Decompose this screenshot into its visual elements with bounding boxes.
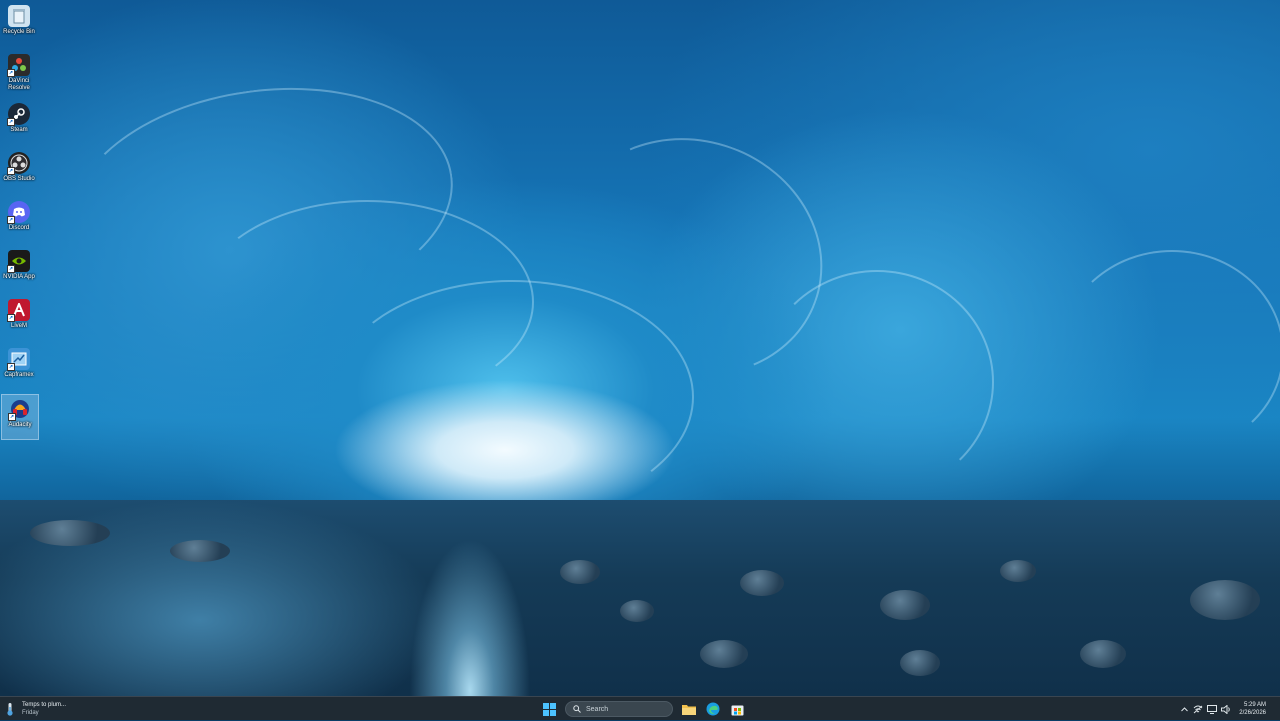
desktop-icon-audacity[interactable]: ↗ Audacity bbox=[1, 394, 39, 440]
edge-button[interactable] bbox=[703, 699, 723, 719]
store-icon bbox=[731, 705, 743, 715]
desktop-icon-label: Steam bbox=[10, 127, 28, 133]
file-explorer-icon bbox=[682, 705, 696, 715]
ice-texture bbox=[330, 280, 694, 514]
desktop-icon-label: OBS Studio bbox=[3, 176, 35, 182]
taskbar: Temps to plum... Friday Search 5:29 AM 2… bbox=[0, 696, 1280, 720]
cave-floor bbox=[0, 500, 1280, 696]
ice-texture bbox=[760, 270, 994, 494]
discord-icon: ↗ bbox=[7, 201, 30, 224]
system-tray: 5:29 AM 2/26/2026 bbox=[1177, 697, 1280, 721]
thermometer-icon bbox=[6, 702, 16, 716]
taskbar-search[interactable]: Search bbox=[565, 701, 673, 717]
obs-studio-icon: ↗ bbox=[7, 152, 30, 175]
capframex-icon: ↗ bbox=[7, 348, 30, 371]
desktop-icon-recycle-bin[interactable]: Recycle Bin bbox=[1, 2, 37, 46]
start-button[interactable] bbox=[539, 699, 559, 719]
weather-subtitle: Friday bbox=[22, 710, 39, 716]
edge-icon bbox=[706, 702, 720, 716]
desktop-wallpaper bbox=[0, 0, 1280, 696]
taskbar-clock[interactable]: 5:29 AM 2/26/2026 bbox=[1239, 701, 1266, 717]
search-icon bbox=[573, 705, 581, 713]
search-placeholder: Search bbox=[586, 705, 609, 713]
nvidia-icon: ↗ bbox=[7, 250, 30, 273]
desktop-icon-livem[interactable]: ↗ LiveM bbox=[1, 296, 37, 340]
desktop-icon-obs-studio[interactable]: ↗ OBS Studio bbox=[1, 149, 37, 193]
display-icon[interactable] bbox=[1205, 697, 1219, 721]
windows-start-icon bbox=[542, 702, 556, 716]
file-explorer-button[interactable] bbox=[679, 699, 699, 719]
desktop-icon-label: Recycle Bin bbox=[3, 29, 35, 35]
clock-date: 2/26/2026 bbox=[1239, 710, 1266, 716]
volume-icon[interactable] bbox=[1219, 697, 1233, 721]
weather-widget[interactable]: Temps to plum... Friday bbox=[6, 700, 66, 718]
desktop-icon-label: Audacity bbox=[8, 422, 32, 428]
clock-time: 5:29 AM bbox=[1243, 702, 1266, 708]
desktop-icon-steam[interactable]: ↗ Steam bbox=[1, 100, 37, 144]
steam-icon: ↗ bbox=[7, 103, 30, 126]
desktop-icon-label: DaVinci Resolve bbox=[8, 78, 30, 91]
davinci-resolve-icon: ↗ bbox=[7, 54, 30, 77]
desktop-icon-label: Capframex bbox=[4, 372, 34, 378]
desktop-icon-label: LiveM bbox=[10, 323, 27, 329]
desktop-icon-label: Discord bbox=[8, 225, 30, 231]
audacity-icon: ↗ bbox=[8, 398, 31, 421]
store-button[interactable] bbox=[727, 699, 747, 719]
livem-icon: ↗ bbox=[7, 299, 30, 322]
weather-title: Temps to plum... bbox=[22, 702, 67, 708]
desktop-icon-discord[interactable]: ↗ Discord bbox=[1, 198, 37, 242]
desktop-icon-davinci-resolve[interactable]: ↗ DaVinci Resolve bbox=[1, 51, 37, 95]
desktop-icon-capframex[interactable]: ↗ Capframex bbox=[1, 345, 37, 389]
desktop-icon-nvidia-app[interactable]: ↗ NVIDIA App bbox=[1, 247, 37, 291]
chevron-up-icon[interactable] bbox=[1177, 697, 1191, 721]
desktop-icon-label: NVIDIA App bbox=[3, 274, 35, 280]
ice-texture bbox=[1060, 250, 1280, 454]
network-off-icon[interactable] bbox=[1191, 697, 1205, 721]
recycle-bin-icon bbox=[8, 5, 30, 27]
taskbar-center: Search bbox=[539, 699, 747, 719]
